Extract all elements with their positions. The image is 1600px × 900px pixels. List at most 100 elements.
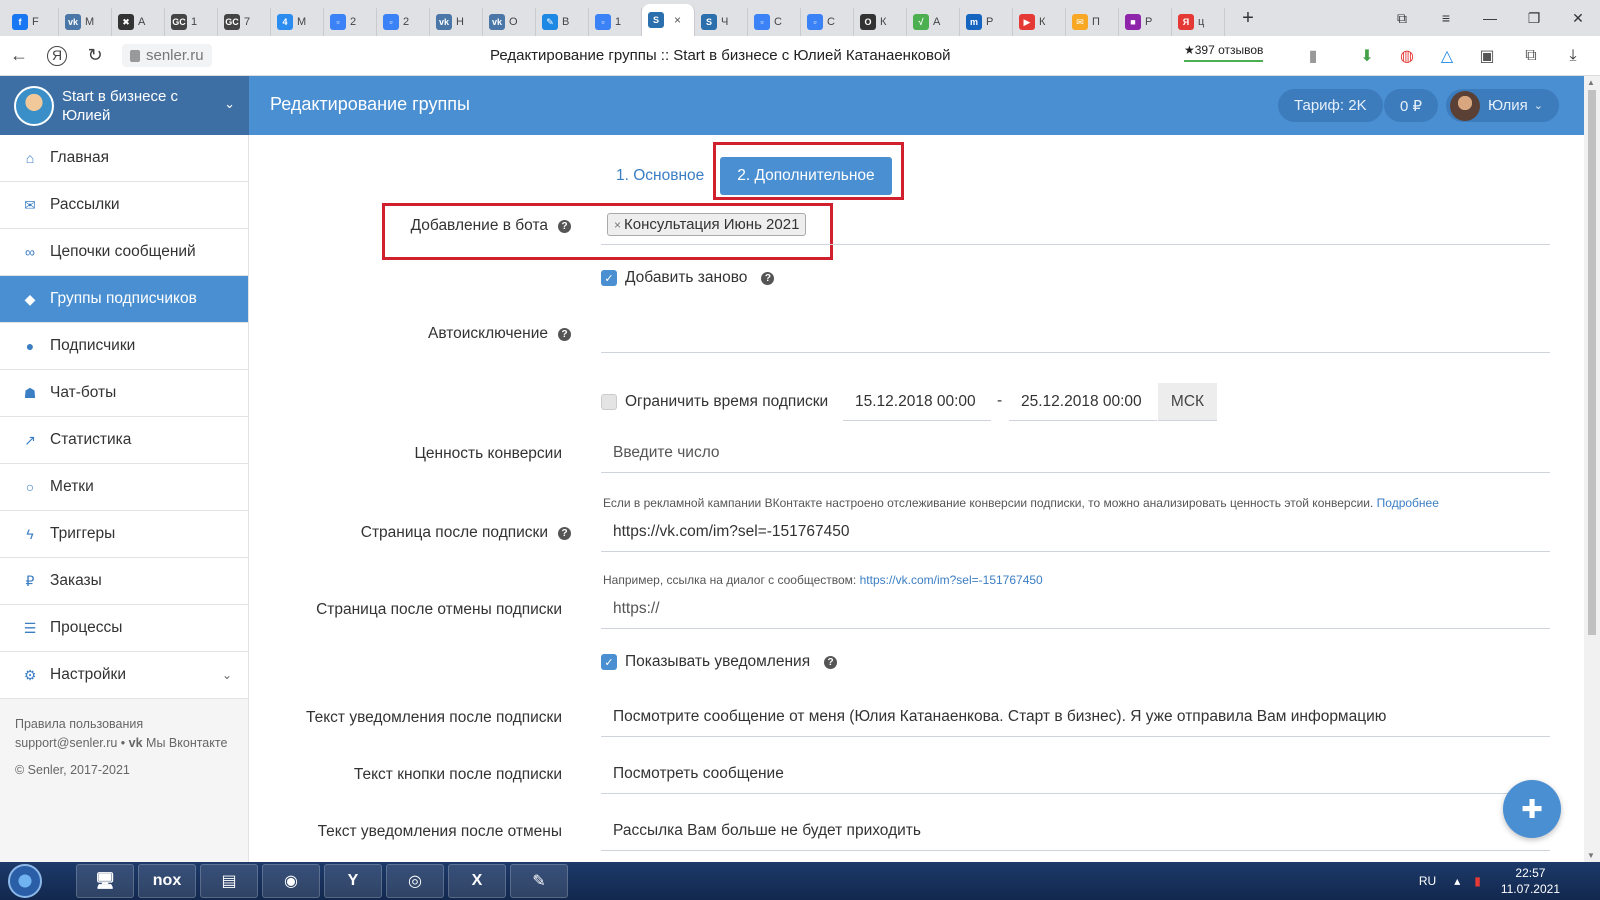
browser-tab[interactable]: GC 1 [165, 8, 218, 36]
browser-tab[interactable]: ■ Р [1119, 8, 1172, 36]
language-indicator[interactable]: RU [1419, 874, 1436, 888]
add-to-bot-select[interactable]: × Консультация Июнь 2021 [601, 205, 1550, 245]
checkbox-checked-icon[interactable]: ✓ [601, 270, 617, 286]
nox-icon[interactable]: nox [138, 864, 196, 898]
browser-tab[interactable]: Яц [1172, 8, 1225, 36]
bookmark-icon[interactable]: ▮ [1302, 45, 1324, 67]
restore-icon[interactable]: ❐ [1512, 10, 1556, 27]
after-unsub-input[interactable]: https:// [601, 589, 1550, 629]
browser-tab[interactable]: fF [6, 8, 59, 36]
browser-tab[interactable]: ▫ 2 [324, 8, 377, 36]
folder-icon[interactable]: ▤ [200, 864, 258, 898]
browser-tab[interactable]: ✎ В [536, 8, 589, 36]
sidebar-item[interactable]: ● Подписчики [0, 323, 248, 370]
sidebar-item[interactable]: ☗ Чат-боты [0, 370, 248, 417]
computer-icon[interactable]: 🖥 [76, 864, 134, 898]
reload-icon[interactable]: ↻ [76, 45, 114, 66]
tariff-button[interactable]: Тариф: 2K [1278, 89, 1383, 122]
new-tab-button[interactable]: + [1235, 5, 1261, 31]
auto-exclude-select[interactable] [601, 313, 1550, 353]
start-button[interactable] [8, 864, 42, 898]
scrollbar[interactable]: ▲ ▼ [1584, 76, 1600, 862]
conversion-input[interactable]: Введите число [601, 433, 1550, 473]
protect-icon[interactable]: ◍ [1396, 45, 1418, 67]
sidebar-item[interactable]: ϟ Триггеры [0, 511, 248, 558]
browser-tab[interactable]: S × [642, 4, 695, 36]
clock[interactable]: 22:57 11.07.2021 [1501, 865, 1560, 897]
help-icon[interactable]: ? [558, 219, 571, 233]
scroll-up-icon[interactable]: ▲ [1587, 78, 1595, 87]
url-field[interactable]: senler.ru [122, 44, 212, 67]
browser-tab[interactable]: ▫ 1 [589, 8, 642, 36]
browser-tab[interactable]: OК [854, 8, 907, 36]
sidebar-item[interactable]: ☰ Процессы [0, 605, 248, 652]
sidebar-item[interactable]: ◆ Группы подписчиков [0, 276, 248, 323]
close-tab-icon[interactable]: × [674, 13, 681, 27]
yandex-icon[interactable]: Я [47, 45, 67, 66]
browser-tab[interactable]: ✉ П [1066, 8, 1119, 36]
remove-tag-icon[interactable]: × [614, 218, 621, 232]
browser-tab[interactable]: 4М [271, 8, 324, 36]
tab-search-icon[interactable]: ⧉ [1380, 10, 1424, 27]
tab-basic[interactable]: 1. Основное [616, 167, 704, 185]
date-from-input[interactable]: 15.12.2018 00:00 [843, 383, 991, 421]
sidebar-item[interactable]: ₽ Заказы [0, 558, 248, 605]
sidebar-item[interactable]: ↗ Статистика [0, 417, 248, 464]
browser-tab[interactable]: ▫ С [748, 8, 801, 36]
reviews-badge[interactable]: ★397 отзывов [1184, 43, 1264, 62]
sidebar-item[interactable]: ✉ Рассылки [0, 182, 248, 229]
network-icon[interactable]: ▮ [1474, 874, 1481, 888]
example-link[interactable]: https://vk.com/im?sel=-151767450 [860, 573, 1043, 587]
excel-icon[interactable]: X [448, 864, 506, 898]
browser-tab[interactable]: ✖ А [112, 8, 165, 36]
sidebar-item[interactable]: ⚙ Настройки ⌄ [0, 652, 248, 699]
vk-link[interactable]: Мы Вконтакте [146, 736, 227, 750]
checkbox-unchecked-icon[interactable] [601, 394, 617, 410]
unsub-notif-input[interactable]: Рассылка Вам больше не будет приходить [601, 811, 1550, 851]
extensions-icon[interactable]: ⧉ [1520, 45, 1542, 67]
scrollbar-thumb[interactable] [1588, 90, 1596, 635]
terms-link[interactable]: Правила пользования [15, 715, 233, 734]
gallery-icon[interactable]: ▣ [1476, 45, 1498, 67]
yandex-browser-icon[interactable]: Y [324, 864, 382, 898]
browser-tab[interactable]: mР [960, 8, 1013, 36]
readd-checkbox[interactable]: ✓ Добавить заново ? [601, 269, 775, 287]
help-icon[interactable]: ? [824, 655, 838, 669]
back-icon[interactable]: ← [0, 45, 38, 66]
minimize-icon[interactable]: — [1468, 10, 1512, 26]
after-sub-input[interactable]: https://vk.com/im?sel=-151767450 [601, 512, 1550, 552]
sidebar-item[interactable]: ○ Метки [0, 464, 248, 511]
checkbox-checked-icon[interactable]: ✓ [601, 654, 617, 670]
paint-icon[interactable]: ✎ [510, 864, 568, 898]
browser-tab[interactable]: SЧ [695, 8, 748, 36]
sidebar-item[interactable]: ⌂ Главная [0, 135, 248, 182]
button-text-input[interactable]: Посмотреть сообщение [601, 754, 1550, 794]
download-arrow-icon[interactable]: ⬇ [1356, 45, 1378, 67]
community-switcher[interactable]: Start в бизнесе с Юлией ⌄ [0, 76, 249, 135]
date-to-input[interactable]: 25.12.2018 00:00 [1009, 383, 1157, 421]
close-window-icon[interactable]: ✕ [1556, 10, 1600, 27]
tray-arrow-icon[interactable]: ▴ [1454, 874, 1460, 888]
scroll-down-icon[interactable]: ▼ [1587, 851, 1595, 860]
chat-plus-icon[interactable]: ✚ [1503, 780, 1561, 838]
support-link[interactable]: support@senler.ru • [15, 736, 129, 750]
triangle-icon[interactable]: △ [1436, 45, 1458, 67]
menu-icon[interactable]: ≡ [1424, 10, 1468, 26]
browser-tab[interactable]: vk О [483, 8, 536, 36]
browser-tab[interactable]: ▶ К [1013, 8, 1066, 36]
chrome-icon[interactable]: ◉ [262, 864, 320, 898]
sidebar-item[interactable]: ∞ Цепочки сообщений [0, 229, 248, 276]
browser-tab[interactable]: vk М [59, 8, 112, 36]
browser-tab[interactable]: GC 7 [218, 8, 271, 36]
notif-text-input[interactable]: Посмотрите сообщение от меня (Юлия Катан… [601, 697, 1550, 737]
downloads-icon[interactable]: ⤓ [1562, 45, 1584, 67]
help-icon[interactable]: ? [558, 526, 571, 540]
browser-tab[interactable]: vk Н [430, 8, 483, 36]
browser-tab[interactable]: ▫ С [801, 8, 854, 36]
more-link[interactable]: Подробнее [1377, 496, 1439, 510]
browser-tab[interactable]: ▫ 2 [377, 8, 430, 36]
limit-time-checkbox[interactable]: Ограничить время подписки [601, 393, 828, 411]
help-icon[interactable]: ? [558, 327, 571, 341]
balance-button[interactable]: 0 ₽ [1384, 89, 1439, 122]
browser-tab[interactable]: √ А [907, 8, 960, 36]
